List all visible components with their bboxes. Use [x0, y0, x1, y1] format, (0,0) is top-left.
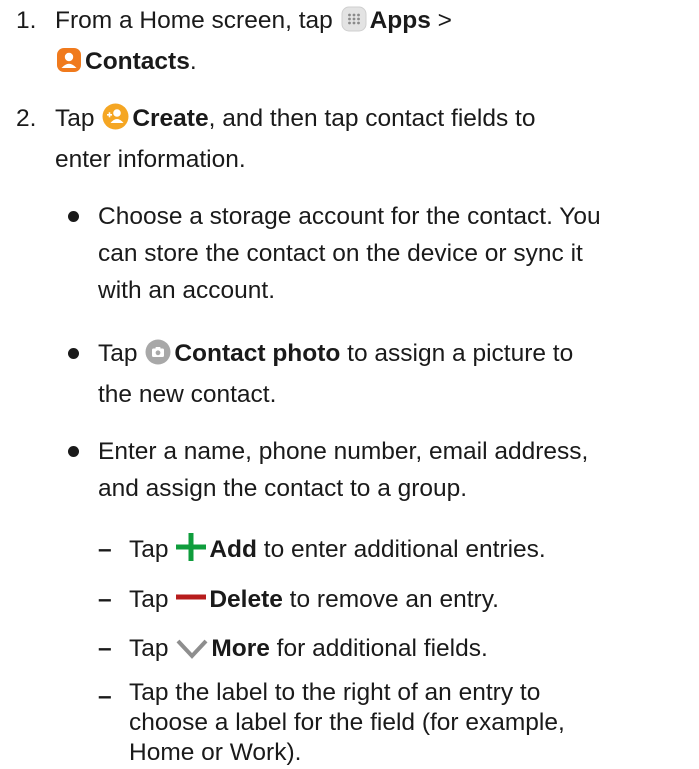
separator: >: [430, 7, 452, 34]
add-label: Add: [209, 536, 257, 563]
dash: –: [98, 635, 112, 662]
dash: –: [98, 586, 112, 613]
bullet-icon: [68, 211, 79, 222]
chevron-down-icon: [176, 634, 208, 671]
apps-icon: [341, 6, 367, 43]
dash: –: [98, 683, 112, 710]
bullet-icon: [68, 348, 79, 359]
camera-icon: [145, 339, 171, 376]
dash: –: [98, 536, 112, 563]
contact-photo-label: Contact photo: [174, 340, 341, 367]
contacts-label: Contacts: [85, 48, 190, 75]
more-label: More: [211, 635, 270, 662]
bullet-icon: [68, 446, 79, 457]
delete-label: Delete: [209, 586, 283, 613]
create-contact-icon: [102, 103, 129, 141]
create-label: Create: [132, 105, 209, 132]
minus-icon: [176, 583, 207, 622]
contacts-icon: [56, 47, 82, 84]
step-text: From a Home screen, tap: [55, 7, 333, 34]
apps-label: Apps: [369, 7, 431, 34]
step-number: 1.: [16, 7, 37, 34]
plus-icon: [176, 533, 207, 572]
step-number: 2.: [16, 105, 37, 132]
